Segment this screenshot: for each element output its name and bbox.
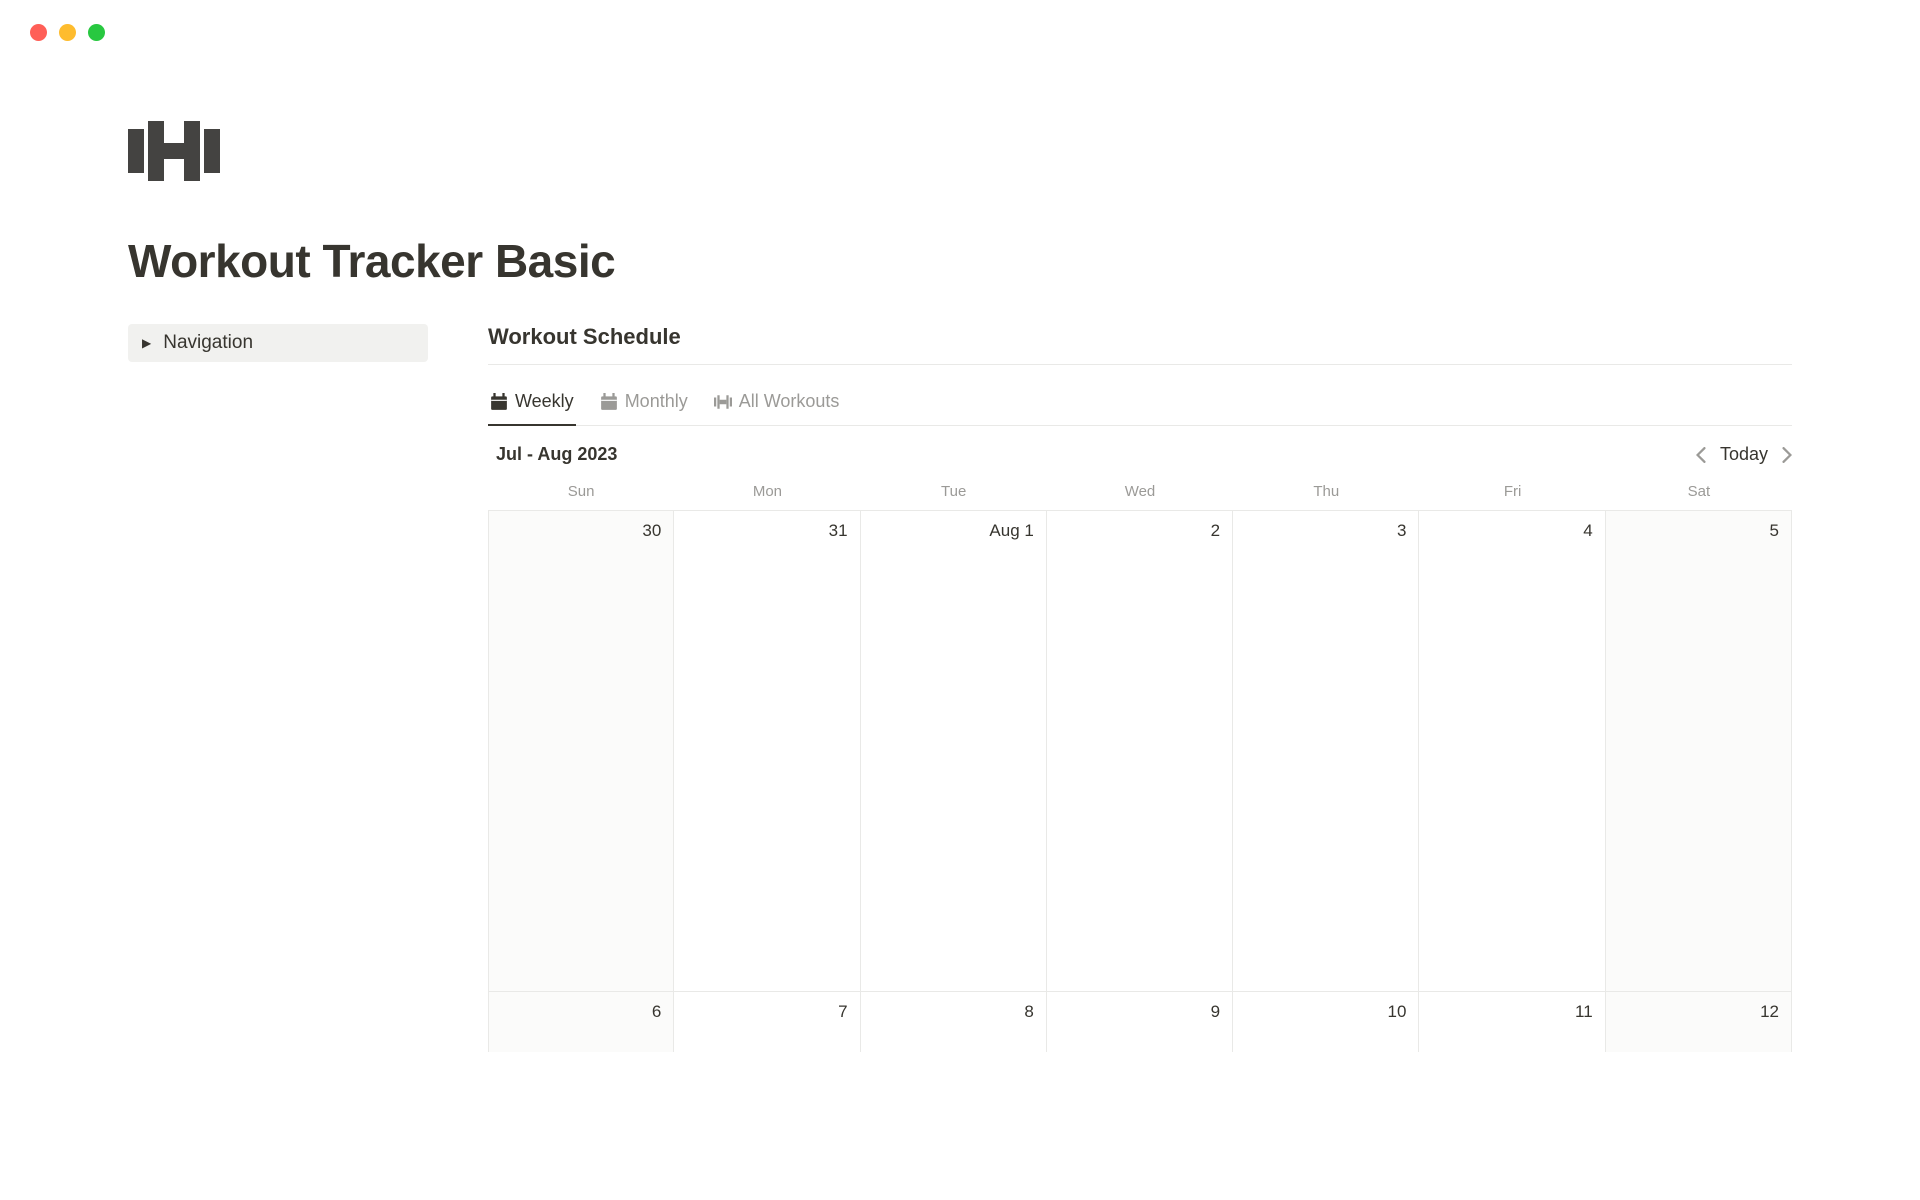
next-button[interactable] <box>1782 447 1792 463</box>
calendar-icon <box>600 393 618 411</box>
chevron-right-icon <box>1782 447 1792 463</box>
day-header-mon: Mon <box>674 477 860 510</box>
dumbbell-small-icon <box>714 393 732 411</box>
day-header-sun: Sun <box>488 477 674 510</box>
window-controls <box>0 0 1920 41</box>
day-cell[interactable]: 3 <box>1233 511 1419 991</box>
tab-monthly[interactable]: Monthly <box>598 383 690 426</box>
day-header-thu: Thu <box>1233 477 1419 510</box>
day-header-wed: Wed <box>1047 477 1233 510</box>
day-cell[interactable]: 12 <box>1606 992 1792 1052</box>
day-header-sat: Sat <box>1606 477 1792 510</box>
view-tabs: Weekly Monthly All Workouts <box>488 383 1792 426</box>
day-cell[interactable]: 31 <box>674 511 860 991</box>
calendar-grid: Sun Mon Tue Wed Thu Fri Sat 30 31 Aug 1 … <box>488 477 1792 1052</box>
day-headers-row: Sun Mon Tue Wed Thu Fri Sat <box>488 477 1792 510</box>
tab-label: Weekly <box>515 391 574 412</box>
main-content: Workout Schedule Weekly Monthly <box>488 324 1792 1052</box>
chevron-left-icon <box>1696 447 1706 463</box>
window-close-button[interactable] <box>30 24 47 41</box>
page-icon-dumbbell[interactable] <box>128 121 1792 186</box>
calendar-nav: Today <box>1696 444 1792 465</box>
day-cell[interactable]: 5 <box>1606 511 1792 991</box>
today-button[interactable]: Today <box>1720 444 1768 465</box>
day-cell[interactable]: 6 <box>488 992 674 1052</box>
tab-label: All Workouts <box>739 391 840 412</box>
day-header-tue: Tue <box>861 477 1047 510</box>
day-header-fri: Fri <box>1419 477 1605 510</box>
day-cell[interactable]: 11 <box>1419 992 1605 1052</box>
window-maximize-button[interactable] <box>88 24 105 41</box>
day-cell[interactable]: 4 <box>1419 511 1605 991</box>
sidebar: ▶ Navigation <box>128 324 428 1052</box>
prev-button[interactable] <box>1696 447 1706 463</box>
section-title: Workout Schedule <box>488 324 1792 365</box>
day-cell[interactable]: 2 <box>1047 511 1233 991</box>
window-minimize-button[interactable] <box>59 24 76 41</box>
week-row: 30 31 Aug 1 2 3 4 5 <box>488 510 1792 991</box>
day-cell[interactable]: 7 <box>674 992 860 1052</box>
calendar-header: Jul - Aug 2023 Today <box>488 426 1792 477</box>
tab-weekly[interactable]: Weekly <box>488 383 576 426</box>
navigation-label: Navigation <box>163 332 253 354</box>
calendar-icon <box>490 393 508 411</box>
day-cell[interactable]: 30 <box>488 511 674 991</box>
page-title[interactable]: Workout Tracker Basic <box>128 234 1792 288</box>
tab-all-workouts[interactable]: All Workouts <box>712 383 842 426</box>
navigation-toggle[interactable]: ▶ Navigation <box>128 324 428 362</box>
day-cell[interactable]: 8 <box>861 992 1047 1052</box>
week-row: 6 7 8 9 10 11 12 <box>488 991 1792 1052</box>
day-cell[interactable]: 10 <box>1233 992 1419 1052</box>
tab-label: Monthly <box>625 391 688 412</box>
dumbbell-icon <box>128 121 220 181</box>
day-cell[interactable]: 9 <box>1047 992 1233 1052</box>
triangle-right-icon: ▶ <box>142 336 151 350</box>
day-cell[interactable]: Aug 1 <box>861 511 1047 991</box>
date-range-label: Jul - Aug 2023 <box>496 444 617 465</box>
